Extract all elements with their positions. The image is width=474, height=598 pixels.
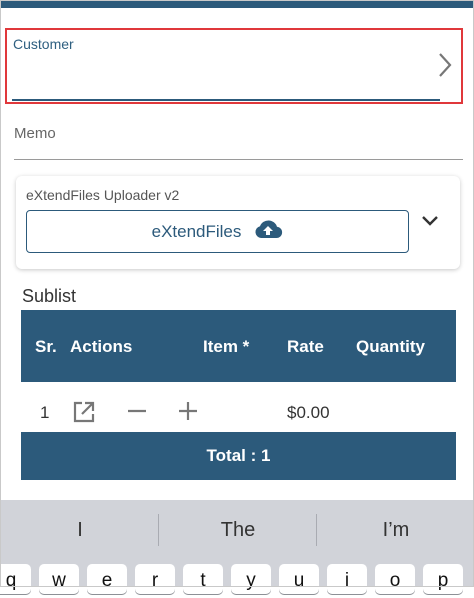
keyboard: I The I’m q w e r t y u i o p bbox=[0, 500, 474, 594]
column-header-rate: Rate bbox=[287, 337, 324, 356]
customer-label: Customer bbox=[13, 36, 74, 52]
suggestion-1[interactable]: I bbox=[5, 519, 155, 542]
key-y[interactable]: y bbox=[231, 564, 271, 594]
key-p[interactable]: p bbox=[423, 564, 463, 594]
memo-field[interactable] bbox=[14, 159, 463, 160]
key-w[interactable]: w bbox=[39, 564, 79, 594]
column-header-item: Item * bbox=[203, 337, 250, 356]
suggestion-divider bbox=[316, 514, 317, 546]
key-i[interactable]: i bbox=[327, 564, 367, 594]
suggestion-divider bbox=[158, 514, 159, 546]
key-e[interactable]: e bbox=[87, 564, 127, 594]
uploader-card: eXtendFiles Uploader v2 eXtendFiles bbox=[16, 176, 460, 269]
key-t[interactable]: t bbox=[183, 564, 223, 594]
keyboard-top-row: q w e r t y u i o p bbox=[0, 564, 474, 594]
key-r[interactable]: r bbox=[135, 564, 175, 594]
total-label: Total : 1 bbox=[206, 446, 271, 465]
sublist-title: Sublist bbox=[22, 286, 77, 306]
add-line-icon[interactable] bbox=[178, 401, 198, 426]
extendfiles-upload-button[interactable]: eXtendFiles bbox=[26, 210, 409, 253]
row-sr: 1 bbox=[40, 403, 50, 422]
customer-field[interactable]: Customer bbox=[5, 28, 463, 104]
customer-underline bbox=[12, 99, 440, 101]
key-o[interactable]: o bbox=[375, 564, 415, 594]
suggestion-3[interactable]: I’m bbox=[321, 519, 471, 542]
chevron-down-icon[interactable] bbox=[420, 214, 440, 233]
upload-button-label: eXtendFiles bbox=[151, 221, 242, 241]
cloud-upload-icon bbox=[253, 219, 283, 244]
remove-line-icon[interactable] bbox=[127, 401, 147, 426]
key-q[interactable]: q bbox=[0, 564, 31, 594]
column-header-actions: Actions bbox=[70, 337, 133, 356]
column-header-quantity: Quantity bbox=[356, 337, 425, 356]
row-rate: $0.00 bbox=[287, 403, 330, 422]
uploader-title: eXtendFiles Uploader v2 bbox=[26, 187, 180, 203]
key-u[interactable]: u bbox=[279, 564, 319, 594]
memo-label: Memo bbox=[14, 125, 56, 142]
column-header-sr: Sr. bbox=[35, 337, 57, 356]
open-external-icon[interactable] bbox=[72, 400, 96, 429]
total-bar: Total : 1 bbox=[21, 432, 456, 480]
table-row: 1 $0.00 bbox=[21, 392, 456, 432]
chevron-right-icon[interactable] bbox=[437, 52, 453, 83]
sublist-table-header: Sr. Actions Item * Rate Quantity bbox=[21, 310, 456, 382]
suggestion-2[interactable]: The bbox=[163, 519, 313, 542]
top-bar bbox=[0, 0, 474, 8]
